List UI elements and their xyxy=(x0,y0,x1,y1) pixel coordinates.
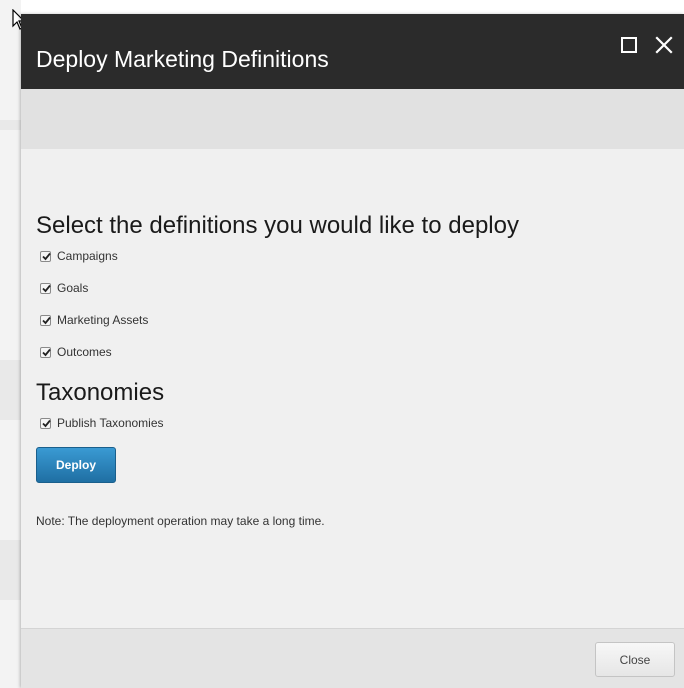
checkmark-icon xyxy=(42,284,51,292)
maximize-button[interactable] xyxy=(620,36,638,54)
checkbox-row-outcomes[interactable]: Outcomes xyxy=(40,344,112,360)
marketing-assets-checkbox[interactable] xyxy=(40,314,51,326)
checkbox-row-publish-taxonomies[interactable]: Publish Taxonomies xyxy=(40,415,164,431)
dialog-footer: Close xyxy=(21,628,684,688)
deploy-dialog: Deploy Marketing Definitions Select the … xyxy=(21,14,684,688)
publish-taxonomies-label: Publish Taxonomies xyxy=(57,416,164,430)
deploy-button[interactable]: Deploy xyxy=(36,447,116,483)
goals-label: Goals xyxy=(57,281,89,295)
background-strip xyxy=(0,540,21,600)
checkmark-icon xyxy=(42,348,51,356)
checkbox-row-campaigns[interactable]: Campaigns xyxy=(40,248,118,264)
background-strip xyxy=(0,360,21,420)
dialog-titlebar: Deploy Marketing Definitions xyxy=(21,14,684,89)
close-button[interactable]: Close xyxy=(595,642,675,677)
checkbox-row-goals[interactable]: Goals xyxy=(40,280,88,296)
checkmark-icon xyxy=(42,252,51,260)
checkbox-row-marketing-assets[interactable]: Marketing Assets xyxy=(40,312,148,328)
close-window-button[interactable] xyxy=(655,36,673,54)
campaigns-label: Campaigns xyxy=(57,249,118,263)
checkmark-icon xyxy=(42,316,51,324)
definitions-heading: Select the definitions you would like to… xyxy=(36,212,519,239)
outcomes-checkbox[interactable] xyxy=(40,346,51,358)
deployment-note: Note: The deployment operation may take … xyxy=(36,514,325,528)
dialog-toolbar xyxy=(21,89,684,149)
close-icon xyxy=(655,36,673,54)
background-page xyxy=(0,0,21,688)
dialog-content: Select the definitions you would like to… xyxy=(21,149,684,628)
dialog-title: Deploy Marketing Definitions xyxy=(36,46,329,72)
background-strip xyxy=(0,120,21,130)
marketing-assets-label: Marketing Assets xyxy=(57,313,149,327)
publish-taxonomies-checkbox[interactable] xyxy=(40,417,51,429)
campaigns-checkbox[interactable] xyxy=(40,250,51,262)
maximize-icon xyxy=(621,37,637,53)
outcomes-label: Outcomes xyxy=(57,345,112,359)
checkmark-icon xyxy=(42,419,51,427)
taxonomies-heading: Taxonomies xyxy=(36,379,165,406)
goals-checkbox[interactable] xyxy=(40,282,51,294)
